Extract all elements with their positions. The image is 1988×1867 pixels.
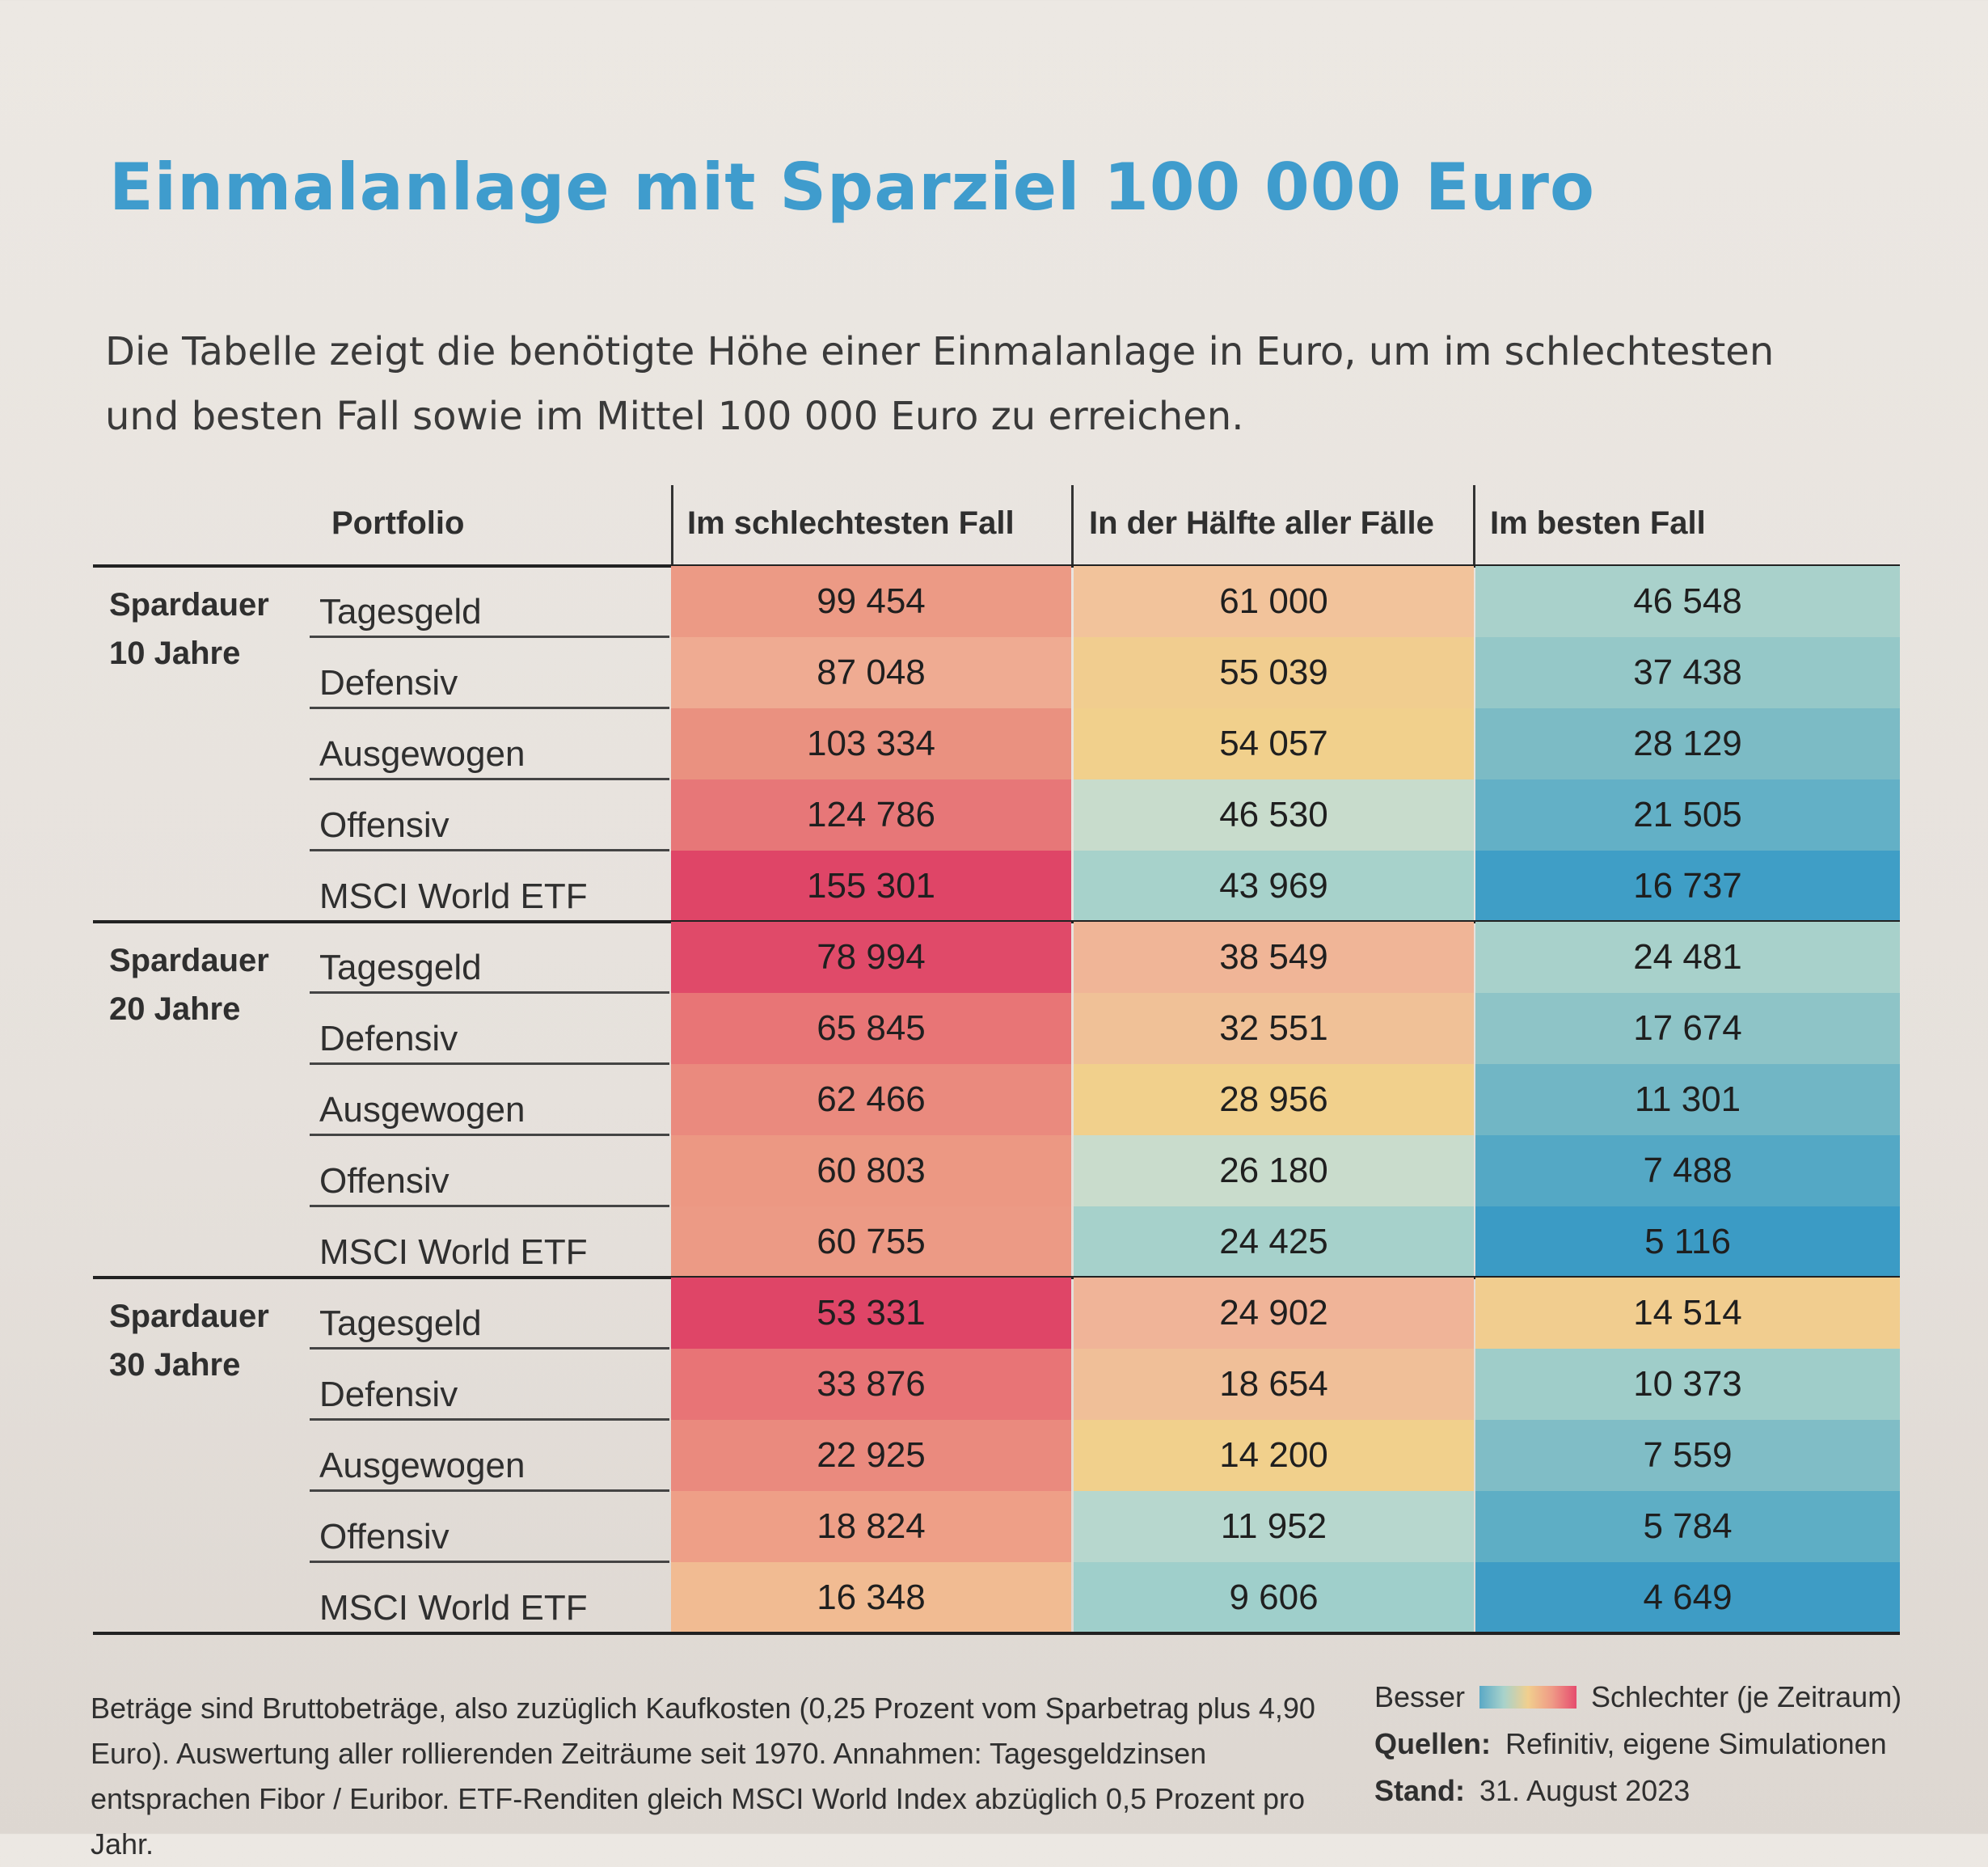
value-cell: 99 454	[671, 566, 1071, 637]
legend-better-label: Besser	[1374, 1680, 1466, 1713]
value-cell: 87 048	[671, 637, 1071, 708]
value-cell: 60 755	[671, 1206, 1071, 1278]
value-cell: 65 845	[671, 993, 1071, 1064]
legend: Besser Schlechter (je Zeitraum) Quellen:…	[1374, 1674, 1940, 1814]
row-label: MSCI World ETF	[319, 1232, 588, 1272]
group-label: Spardauer 30 Jahre	[109, 1299, 269, 1383]
value-cell: 22 925	[671, 1420, 1071, 1491]
value-cell: 46 548	[1475, 566, 1900, 637]
row-label: Tagesgeld	[319, 948, 482, 987]
value-cell: 10 373	[1475, 1349, 1900, 1420]
value-cell: 14 514	[1475, 1278, 1900, 1349]
value-cell: 17 674	[1475, 993, 1900, 1064]
row-label: Defensiv	[319, 663, 458, 703]
value-cell: 7 488	[1475, 1135, 1900, 1206]
row-label: Defensiv	[319, 1019, 458, 1058]
value-cell: 11 301	[1475, 1064, 1900, 1135]
value-cell: 124 786	[671, 779, 1071, 851]
value-cell: 4 649	[1475, 1562, 1900, 1633]
value-cell: 155 301	[671, 851, 1071, 922]
header-divider	[1071, 485, 1074, 566]
value-cell: 46 530	[1074, 779, 1474, 851]
row-label: Ausgewogen	[319, 734, 525, 774]
value-cell: 24 425	[1074, 1206, 1474, 1278]
row-label: MSCI World ETF	[319, 1588, 588, 1628]
stand-text: 31. August 2023	[1479, 1774, 1690, 1807]
row-label: MSCI World ETF	[319, 876, 588, 916]
row-label: Ausgewogen	[319, 1446, 525, 1485]
sources-label: Quellen:	[1374, 1727, 1492, 1760]
header-divider	[1473, 485, 1475, 566]
legend-gradient	[1479, 1686, 1577, 1709]
value-cell: 54 057	[1074, 708, 1474, 779]
value-cell: 7 559	[1475, 1420, 1900, 1491]
col-header-median: In der Hälfte aller Fälle	[1089, 505, 1434, 541]
value-cell: 24 902	[1074, 1278, 1474, 1349]
value-cell: 43 969	[1074, 851, 1474, 922]
value-cell: 16 348	[671, 1562, 1071, 1633]
row-label: Offensiv	[319, 1161, 450, 1201]
col-header-best: Im besten Fall	[1490, 505, 1706, 541]
value-cell: 28 956	[1074, 1064, 1474, 1135]
row-label: Ausgewogen	[319, 1090, 525, 1130]
value-cell: 26 180	[1074, 1135, 1474, 1206]
stand-line: Stand: 31. August 2023	[1374, 1768, 1940, 1814]
stand-label: Stand:	[1374, 1774, 1465, 1807]
value-cell: 14 200	[1074, 1420, 1474, 1491]
value-cell: 61 000	[1074, 566, 1474, 637]
page-title: Einmalanlage mit Sparziel 100 000 Euro	[109, 150, 1595, 225]
value-cell: 18 824	[671, 1491, 1071, 1562]
value-cell: 28 129	[1475, 708, 1900, 779]
row-label: Tagesgeld	[319, 592, 482, 631]
footnote: Beträge sind Bruttobeträge, also zuzügli…	[91, 1692, 1315, 1861]
row-label: Tagesgeld	[319, 1303, 482, 1343]
value-cell: 32 551	[1074, 993, 1474, 1064]
group-label: Spardauer 20 Jahre	[109, 943, 269, 1027]
value-cell: 24 481	[1475, 922, 1900, 993]
value-cell: 21 505	[1475, 779, 1900, 851]
value-cell: 18 654	[1074, 1349, 1474, 1420]
value-cell: 60 803	[671, 1135, 1071, 1206]
col-header-worst: Im schlechtesten Fall	[687, 505, 1015, 541]
value-cell: 38 549	[1074, 922, 1474, 993]
sources-line: Quellen: Refinitiv, eigene Simulationen	[1374, 1721, 1940, 1768]
value-cell: 62 466	[671, 1064, 1071, 1135]
value-cell: 55 039	[1074, 637, 1474, 708]
value-cell: 5 116	[1475, 1206, 1900, 1278]
intro-text: Die Tabelle zeigt die benötigte Höhe ein…	[105, 329, 1775, 439]
value-cell: 5 784	[1475, 1491, 1900, 1562]
header-divider	[671, 485, 673, 566]
value-cell: 9 606	[1074, 1562, 1474, 1633]
value-cell: 78 994	[671, 922, 1071, 993]
value-cell: 11 952	[1074, 1491, 1474, 1562]
color-legend: Besser Schlechter (je Zeitraum)	[1374, 1674, 1940, 1721]
value-cell: 103 334	[671, 708, 1071, 779]
group-label: Spardauer 10 Jahre	[109, 587, 269, 671]
group-rule	[93, 1632, 1900, 1635]
value-cell: 16 737	[1475, 851, 1900, 922]
page: Einmalanlage mit Sparziel 100 000 Euro D…	[0, 0, 1988, 1861]
value-cell: 33 876	[671, 1349, 1071, 1420]
value-cell: 53 331	[671, 1278, 1071, 1349]
row-label: Defensiv	[319, 1375, 458, 1414]
legend-worse-label: Schlechter (je Zeitraum)	[1591, 1680, 1902, 1713]
row-label: Offensiv	[319, 805, 450, 845]
value-cell: 37 438	[1475, 637, 1900, 708]
sources-text: Refinitiv, eigene Simulationen	[1505, 1727, 1887, 1760]
row-label: Offensiv	[319, 1517, 450, 1557]
